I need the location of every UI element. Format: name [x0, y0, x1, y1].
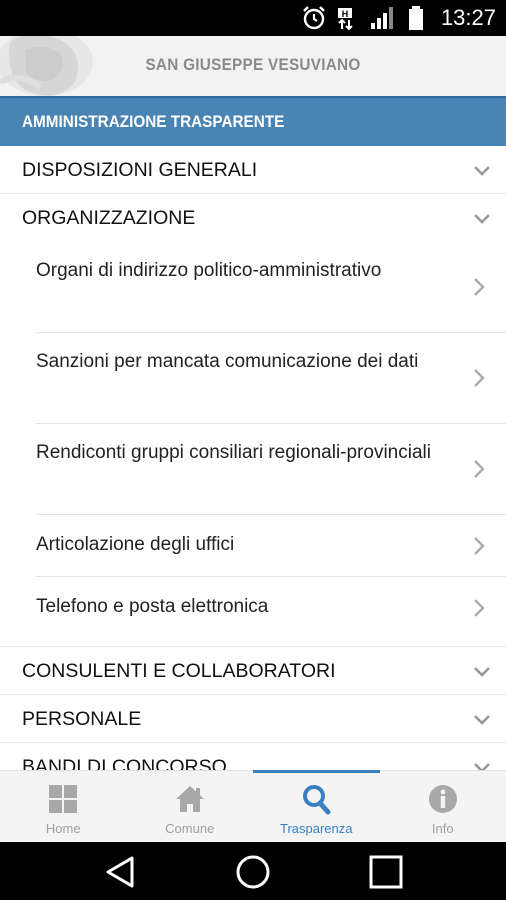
category-label: PERSONALE: [22, 708, 142, 730]
list-item[interactable]: Telefono e posta elettronica: [36, 577, 506, 639]
category-bandi-di-concorso[interactable]: BANDI DI CONCORSO: [0, 743, 506, 770]
category-label: ORGANIZZAZIONE: [22, 207, 196, 229]
grid-icon: [49, 785, 78, 813]
page-title: SAN GIUSEPPE VESUVIANO: [145, 55, 361, 74]
category-label: DISPOSIZIONI GENERALI: [22, 159, 258, 181]
divider: [0, 639, 506, 647]
data-up-down-icon: H: [337, 8, 353, 31]
chevron-right-icon: [474, 460, 485, 478]
chevron-right-icon: [474, 537, 485, 555]
tab-trasparenza[interactable]: Trasparenza: [253, 770, 380, 842]
info-icon: [428, 785, 457, 813]
back-icon[interactable]: [102, 854, 138, 890]
tab-info[interactable]: Info: [380, 771, 506, 842]
chevron-down-icon: [474, 214, 490, 224]
list-item-label: Sanzioni per mancata comunicazione dei d…: [36, 351, 419, 372]
category-personale[interactable]: PERSONALE: [0, 695, 506, 743]
list-item-label: Organi di indirizzo politico-amministrat…: [36, 260, 382, 281]
chevron-down-icon: [474, 166, 490, 176]
category-label: BANDI DI CONCORSO: [22, 756, 227, 770]
category-disposizioni-generali[interactable]: DISPOSIZIONI GENERALI: [0, 146, 506, 194]
chevron-down-icon: [474, 715, 490, 725]
list-item[interactable]: Sanzioni per mancata comunicazione dei d…: [36, 333, 506, 424]
tab-label: Comune: [165, 821, 215, 836]
tab-comune[interactable]: Comune: [127, 771, 254, 842]
section-title: AMMINISTRAZIONE TRASPARENTE: [22, 112, 285, 131]
svg-text:H: H: [342, 9, 349, 19]
tab-label: Info: [431, 821, 454, 836]
list-item[interactable]: Rendiconti gruppi consiliari regionali-p…: [36, 424, 506, 515]
category-organizzazione[interactable]: ORGANIZZAZIONE: [0, 194, 506, 242]
chevron-right-icon: [474, 599, 485, 617]
organizzazione-sublist: Organi di indirizzo politico-amministrat…: [0, 242, 506, 647]
chevron-down-icon: [474, 763, 490, 770]
bottom-nav: Home Comune Trasparenza Info: [0, 770, 506, 842]
tab-label: Trasparenza: [280, 821, 353, 836]
category-label: CONSULENTI E COLLABORATORI: [22, 660, 336, 682]
status-time: 13:27: [440, 5, 496, 30]
list-item[interactable]: Articolazione degli uffici: [36, 515, 506, 577]
chevron-right-icon: [474, 369, 485, 387]
list-item-label: Telefono e posta elettronica: [36, 596, 269, 617]
tab-home[interactable]: Home: [0, 771, 127, 842]
signal-icon: [370, 7, 393, 29]
status-icons: H 13:27: [301, 4, 496, 32]
alarm-icon: [303, 6, 325, 30]
status-bar: H 13:27: [0, 0, 506, 36]
tab-label: Home: [45, 821, 81, 836]
list-item[interactable]: Organi di indirizzo politico-amministrat…: [36, 242, 506, 333]
category-list[interactable]: DISPOSIZIONI GENERALI ORGANIZZAZIONE Org…: [0, 146, 506, 770]
category-consulenti-collaboratori[interactable]: CONSULENTI E COLLABORATORI: [0, 647, 506, 695]
system-nav-bar: [0, 842, 506, 900]
recents-icon[interactable]: [368, 854, 404, 890]
section-bar: AMMINISTRAZIONE TRASPARENTE: [0, 96, 506, 146]
home-circle-icon[interactable]: [235, 854, 271, 890]
battery-icon: [408, 6, 423, 30]
home-icon: [175, 786, 204, 812]
list-item-label: Articolazione degli uffici: [36, 534, 235, 555]
chevron-down-icon: [474, 667, 490, 677]
list-item-label: Rendiconti gruppi consiliari regionali-p…: [36, 442, 431, 463]
chevron-right-icon: [474, 278, 485, 296]
search-icon: [303, 785, 331, 815]
app-header: SAN GIUSEPPE VESUVIANO: [0, 36, 506, 96]
